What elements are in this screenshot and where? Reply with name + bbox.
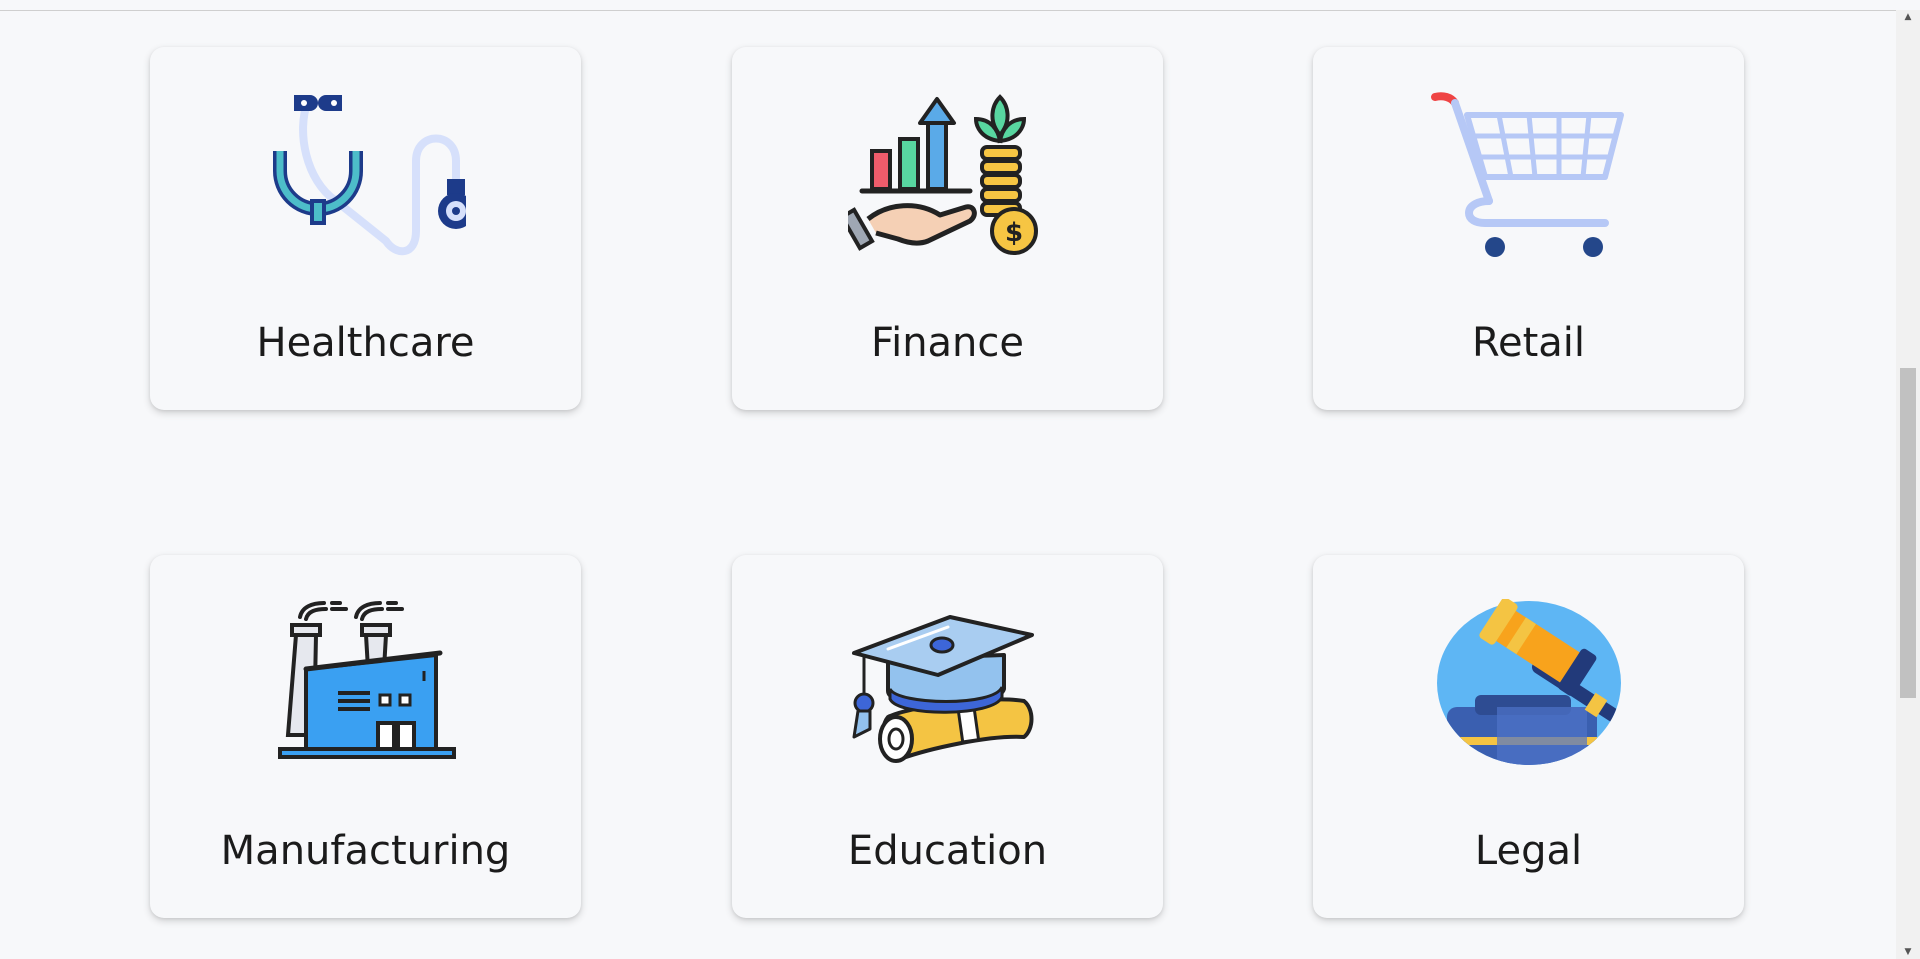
graduation-cap-icon bbox=[848, 599, 1048, 769]
card-label: Finance bbox=[870, 320, 1025, 366]
industries-page: Healthcare $ Finance Retail Manufacturin… bbox=[0, 0, 1920, 959]
stethoscope-icon bbox=[266, 91, 466, 261]
card-label: Manufacturing bbox=[220, 828, 511, 874]
top-divider bbox=[0, 10, 1920, 11]
finance-growth-icon: $ bbox=[847, 91, 1048, 261]
card-label: Healthcare bbox=[256, 320, 475, 366]
card-label: Retail bbox=[1471, 320, 1586, 366]
industry-card-healthcare[interactable]: Healthcare bbox=[150, 47, 581, 410]
industry-card-legal[interactable]: Legal bbox=[1313, 555, 1744, 918]
industry-card-manufacturing[interactable]: Manufacturing bbox=[150, 555, 581, 918]
industry-card-finance[interactable]: $ Finance bbox=[732, 47, 1163, 410]
vertical-scrollbar[interactable]: ▲ ▼ bbox=[1896, 10, 1920, 959]
svg-text:$: $ bbox=[1004, 218, 1022, 248]
scrollbar-thumb[interactable] bbox=[1900, 368, 1916, 698]
scroll-up-arrow-icon[interactable]: ▲ bbox=[1896, 10, 1920, 24]
gavel-icon bbox=[1429, 599, 1629, 769]
card-label: Education bbox=[847, 828, 1048, 874]
industry-card-education[interactable]: Education bbox=[732, 555, 1163, 918]
factory-icon bbox=[266, 599, 466, 769]
industry-card-retail[interactable]: Retail bbox=[1313, 47, 1744, 410]
scroll-down-arrow-icon[interactable]: ▼ bbox=[1896, 945, 1920, 959]
shopping-cart-icon bbox=[1429, 91, 1629, 261]
card-label: Legal bbox=[1474, 828, 1583, 874]
